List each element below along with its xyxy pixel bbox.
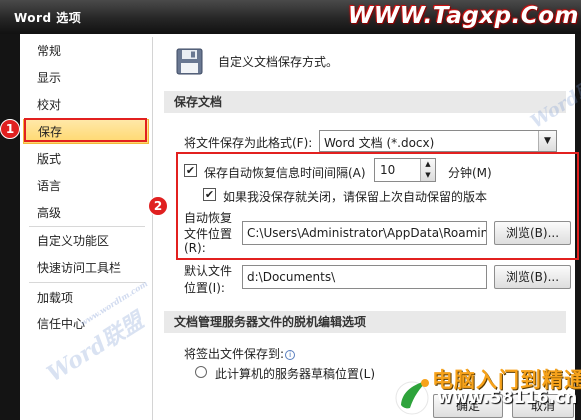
sidebar-item-customize-ribbon[interactable]: 自定义功能区 bbox=[23, 229, 149, 254]
info-icon: i bbox=[285, 350, 296, 360]
brand-url: www.58116.cn bbox=[437, 388, 578, 408]
chevron-down-icon[interactable]: ▼ bbox=[538, 131, 556, 151]
page-description: 自定义文档保存方式。 bbox=[218, 55, 339, 69]
highlight-save-item bbox=[24, 118, 147, 142]
sidebar-item-general[interactable]: 常规 bbox=[23, 39, 149, 64]
checkout-save-label: 将签出文件保存到: i bbox=[184, 345, 296, 362]
floppy-disk-icon bbox=[176, 48, 203, 75]
sidebar-item-display[interactable]: 显示 bbox=[23, 66, 149, 91]
checkout-save-text: 将签出文件保存到: bbox=[184, 347, 285, 361]
default-location-input[interactable]: d:\Documents\ bbox=[242, 265, 487, 289]
browse-default-button[interactable]: 浏览(B)... bbox=[494, 265, 571, 289]
default-location-value: d:\Documents\ bbox=[247, 270, 336, 284]
default-location-label-line2: 位置(I): bbox=[184, 281, 225, 295]
server-drafts-radio[interactable] bbox=[195, 366, 207, 378]
window-title: Word 选项 bbox=[14, 11, 82, 25]
window-frame-left bbox=[0, 34, 20, 420]
sidebar-item-proofing[interactable]: 校对 bbox=[23, 93, 149, 118]
server-drafts-label: 此计算机的服务器草稿位置(L) bbox=[215, 367, 376, 381]
sidebar-item-layout[interactable]: 版式 bbox=[23, 147, 149, 172]
section-save-documents: 保存文档 bbox=[164, 91, 566, 113]
sidebar-item-quick-access-toolbar[interactable]: 快速访问工具栏 bbox=[23, 256, 149, 281]
section-offline-editing: 文档管理服务器文件的脱机编辑选项 bbox=[164, 311, 566, 333]
title-bar: Word 选项 WWW.Tagxp.Com bbox=[0, 0, 581, 34]
sidebar-item-language[interactable]: 语言 bbox=[23, 174, 149, 199]
sidebar-divider bbox=[29, 282, 145, 283]
step-1-badge: 1 bbox=[0, 119, 20, 139]
highlight-autorecover-group bbox=[176, 152, 579, 260]
step-2-badge: 2 bbox=[148, 196, 168, 216]
sidebar-divider bbox=[29, 226, 145, 227]
save-format-label: 将文件保存为此格式(F): bbox=[184, 136, 313, 150]
brand-logo-icon bbox=[395, 379, 429, 415]
save-format-dropdown[interactable]: Word 文档 (*.docx) ▼ bbox=[319, 130, 557, 152]
sidebar-item-advanced[interactable]: 高级 bbox=[23, 201, 149, 226]
default-location-label-line1: 默认文件 bbox=[184, 264, 233, 278]
save-format-value: Word 文档 (*.docx) bbox=[324, 136, 435, 150]
site-watermark: WWW.Tagxp.Com bbox=[348, 3, 579, 29]
